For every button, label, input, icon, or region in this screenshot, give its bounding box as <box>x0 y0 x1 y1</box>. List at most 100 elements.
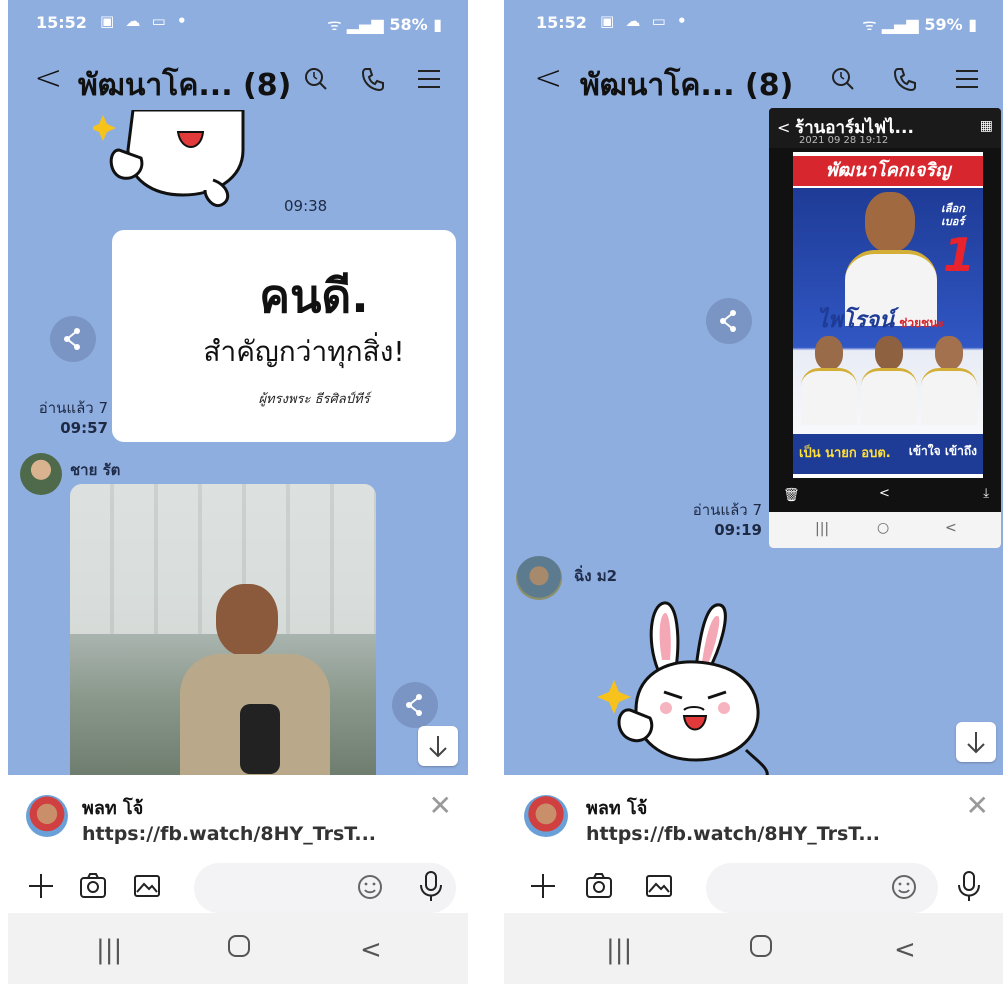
camera-icon[interactable] <box>78 871 108 905</box>
poster-name: ไพโรจน์ <box>817 308 895 333</box>
download-icon: ⤓ <box>983 486 989 501</box>
status-bar: 15:52 ▣ ☁ ▭ • ᯤ ▂▄▆ 58% ▮ <box>8 0 468 44</box>
poster-banner: พัฒนาโคกเจริญ <box>793 156 983 186</box>
screenshot-share-icon: < <box>879 486 890 501</box>
announcement-bar[interactable]: พลท โจ้ https://fb.watch/8HY_TrsT... ✕ <box>8 775 468 855</box>
poster-name-row: ไพโรจน์ ช่วยชนะ <box>817 302 944 337</box>
camera-icon[interactable] <box>584 871 614 905</box>
poster-team <box>797 336 979 426</box>
read-receipt: อ่านแล้ว 7 09:57 <box>22 398 108 438</box>
search-icon[interactable] <box>830 66 856 96</box>
microphone-icon[interactable] <box>954 869 984 907</box>
wifi-signal-icon: ᯤ ▂▄▆ <box>862 15 919 34</box>
announcement-bar[interactable]: พลท โจ้ https://fb.watch/8HY_TrsT... ✕ <box>504 775 1003 855</box>
poster-number: 1 <box>942 228 975 282</box>
share-button[interactable] <box>706 298 752 344</box>
arrow-down-icon <box>967 732 985 754</box>
read-receipt: อ่านแล้ว 7 09:19 <box>670 500 762 540</box>
read-time: 09:19 <box>714 521 762 539</box>
screenshot-image-message[interactable]: < ร้านอาร์มไฟไ... 2021 09 28 19:12 ▦ พัฒ… <box>769 108 1001 548</box>
quote-image-card[interactable]: คนดี. สำคัญกว่าทุกสิ่ง! ผู้ทรงพระ ธีรศิล… <box>112 230 456 442</box>
home-icon[interactable] <box>748 933 774 966</box>
battery-icon: ▮ <box>968 15 977 34</box>
menu-icon[interactable] <box>954 66 980 96</box>
image-icon[interactable] <box>644 871 674 905</box>
chat-title[interactable]: พัฒนาโค... (8) <box>78 62 291 109</box>
sticker-time: 09:38 <box>284 197 328 215</box>
chat-screen-left: 15:52 ▣ ☁ ▭ • ᯤ ▂▄▆ 58% ▮ < พัฒนาโค... (… <box>8 0 468 984</box>
read-time: 09:57 <box>60 419 108 437</box>
arrow-down-icon <box>429 736 447 758</box>
message-toolbar <box>8 863 468 919</box>
bottom-area: พลท โจ้ https://fb.watch/8HY_TrsT... ✕ | <box>8 775 468 984</box>
poster-slogan: เป็น นายก อบต. <box>799 446 891 461</box>
trash-icon: 🗑 <box>783 488 800 503</box>
notification-icons: ▣ ☁ ▭ • <box>600 12 690 30</box>
system-nav-bar: ||| < <box>504 913 1003 984</box>
announcement-name: พลท โจ้ <box>586 798 648 819</box>
quote-signature: ผู้ทรงพระ ธีรศิลป์ทีร์ <box>258 392 370 407</box>
search-icon[interactable] <box>303 66 329 96</box>
plus-icon[interactable] <box>528 871 558 905</box>
chat-header: < พัฒนาโค... (8) <box>504 44 1003 116</box>
sender-avatar[interactable] <box>516 556 562 600</box>
screenshot-date: 2021 09 28 19:12 <box>799 135 889 146</box>
photo-message[interactable] <box>70 484 376 784</box>
poster-slogan-2: เข้าใจ เข้าถึง <box>908 444 977 458</box>
close-icon[interactable]: ✕ <box>429 789 452 822</box>
poster-number-label: เลือก เบอร์ <box>941 202 965 228</box>
screenshot-header: < ร้านอาร์มไฟไ... 2021 09 28 19:12 ▦ <box>769 108 1001 148</box>
battery-label: 59% <box>924 15 963 34</box>
menu-icon[interactable] <box>416 66 442 96</box>
campaign-poster: พัฒนาโคกเจริญ เลือก เบอร์ 1 ไพโรจน์ ช่วย… <box>793 152 983 478</box>
screenshot-grid-icon: ▦ <box>979 118 993 134</box>
battery-icon: ▮ <box>433 15 442 34</box>
read-label: อ่านแล้ว 7 <box>38 399 108 417</box>
bottom-area: พลท โจ้ https://fb.watch/8HY_TrsT... ✕ | <box>504 775 1003 984</box>
announcement-link[interactable]: https://fb.watch/8HY_TrsT... <box>82 823 376 845</box>
battery-label: 58% <box>389 15 428 34</box>
sender-name: ชาย รัต <box>70 461 121 479</box>
image-icon[interactable] <box>132 871 162 905</box>
screenshot-toolbar: 🗑 < ⤓ <box>769 486 1001 508</box>
scroll-down-button[interactable] <box>418 726 458 766</box>
sender-avatar[interactable] <box>20 453 62 495</box>
system-nav-bar: ||| < <box>8 913 468 984</box>
microphone-icon[interactable] <box>416 869 446 907</box>
photo-person <box>180 584 330 784</box>
back-icon[interactable]: < <box>34 58 63 98</box>
emoji-icon[interactable] <box>356 873 384 905</box>
quote-line-1: คนดี. <box>259 269 369 323</box>
screenshot-back-icon: < <box>777 118 791 137</box>
recent-apps-icon[interactable]: ||| <box>96 935 122 965</box>
notification-icons: ▣ ☁ ▭ • <box>100 12 190 30</box>
announcement-link[interactable]: https://fb.watch/8HY_TrsT... <box>586 823 880 845</box>
share-icon <box>406 694 422 716</box>
nav-back-icon[interactable]: < <box>894 935 916 965</box>
recent-apps-icon[interactable]: ||| <box>606 935 632 965</box>
phone-call-icon[interactable] <box>360 66 386 96</box>
status-time: 15:52 <box>536 13 587 32</box>
chat-title[interactable]: พัฒนาโค... (8) <box>580 62 793 109</box>
share-icon <box>64 328 80 350</box>
close-icon[interactable]: ✕ <box>966 789 989 822</box>
sender-name: ฉิ่ง ม2 <box>574 567 618 585</box>
share-button-2[interactable] <box>392 682 438 728</box>
wifi-signal-icon: ᯤ ▂▄▆ <box>327 15 384 34</box>
emoji-icon[interactable] <box>890 873 918 905</box>
bunny-sticker <box>597 601 769 779</box>
status-right: ᯤ ▂▄▆ 58% ▮ <box>327 13 442 35</box>
chat-screen-right: 15:52 ▣ ☁ ▭ • ᯤ ▂▄▆ 59% ▮ < พัฒนาโค... (… <box>504 0 1003 984</box>
quote-line-2: สำคัญกว่าทุกสิ่ง! <box>203 335 405 368</box>
screenshot-navbar: ||| ○ < <box>769 512 1001 548</box>
plus-icon[interactable] <box>26 871 56 905</box>
back-icon[interactable]: < <box>534 58 563 98</box>
share-button[interactable] <box>50 316 96 362</box>
announcement-avatar <box>26 795 68 837</box>
home-icon[interactable] <box>226 933 252 966</box>
phone-call-icon[interactable] <box>892 66 918 96</box>
poster-name-suffix: ช่วยชนะ <box>899 316 944 330</box>
nav-back-icon[interactable]: < <box>360 935 382 965</box>
status-bar: 15:52 ▣ ☁ ▭ • ᯤ ▂▄▆ 59% ▮ <box>504 0 1003 44</box>
scroll-down-button[interactable] <box>956 722 996 762</box>
